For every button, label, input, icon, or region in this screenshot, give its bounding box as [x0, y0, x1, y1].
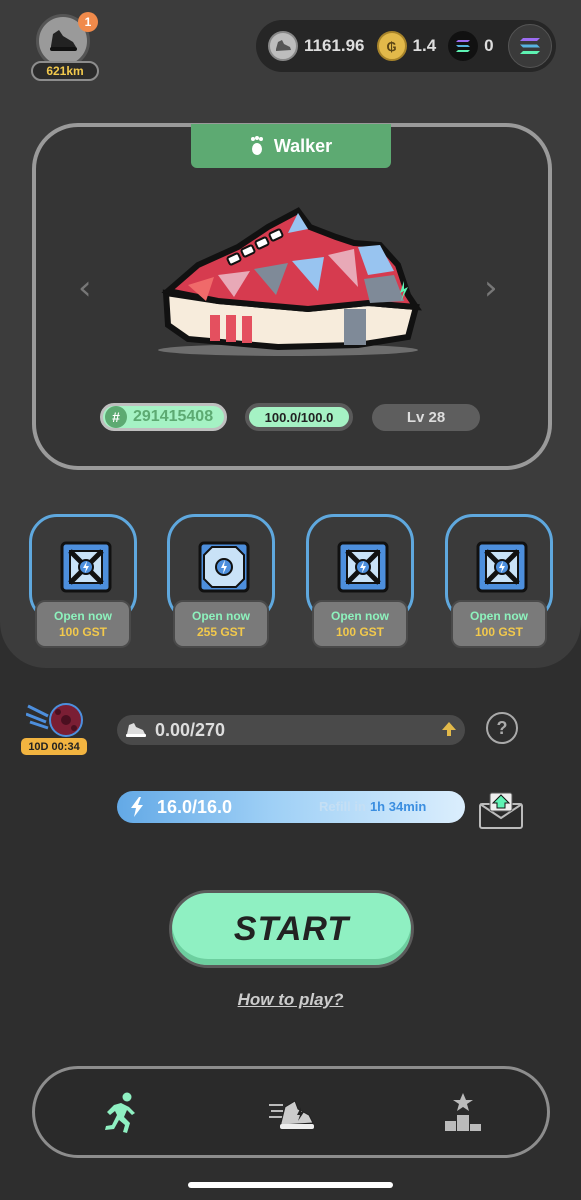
- sneaker-id: 291415408: [133, 408, 214, 425]
- achievement-timer: 10D 00:34: [21, 738, 87, 755]
- achievement-ball-icon[interactable]: [26, 700, 84, 740]
- mystery-box-icon: [60, 541, 112, 593]
- gst-coin-icon: ₲: [376, 31, 407, 61]
- notification-badge: 1: [78, 12, 98, 32]
- open-box-button-3[interactable]: Open now 100 GST: [312, 600, 408, 648]
- durability-pill: 100.0/100.0: [245, 403, 353, 431]
- refill-label: Refill in: [319, 799, 366, 814]
- wallet-button[interactable]: [508, 24, 552, 68]
- open-now-label: Open now: [470, 609, 528, 623]
- level-up-arrow-icon[interactable]: [441, 721, 457, 737]
- sneaker-id-pill[interactable]: # 291415408: [100, 403, 227, 431]
- energy-bar: 16.0/16.0 Refill in 1h 34min: [117, 791, 465, 823]
- level-pill[interactable]: Lv 28: [372, 404, 480, 431]
- bottom-nav: [32, 1066, 550, 1158]
- start-button[interactable]: START: [169, 890, 414, 968]
- next-sneaker-arrow[interactable]: ›: [484, 268, 498, 308]
- home-indicator: [188, 1182, 393, 1188]
- box-cost: 255 GST: [196, 625, 246, 639]
- distance-total: 621km: [31, 61, 99, 81]
- sneaker-type-tab: Walker: [191, 124, 391, 168]
- prev-sneaker-arrow[interactable]: ‹: [78, 268, 92, 308]
- refill-info: Refill in 1h 34min: [319, 799, 426, 814]
- sneaker-silhouette-icon: [50, 30, 77, 51]
- open-now-label: Open now: [331, 609, 389, 623]
- mail-reward-icon[interactable]: [477, 790, 525, 830]
- box-cost: 100 GST: [58, 625, 108, 639]
- open-box-button-2[interactable]: Open now 255 GST: [173, 600, 269, 648]
- sneaker-speed-icon[interactable]: [267, 1091, 317, 1135]
- open-box-button-1[interactable]: Open now 100 GST: [35, 600, 131, 648]
- gmt-balance: 1161.96: [304, 36, 365, 55]
- distance-progress: 0.00/270: [155, 719, 226, 740]
- gst-balance: 1.4: [412, 36, 437, 55]
- hash-icon: #: [105, 406, 127, 428]
- sneaker-run-icon: [126, 723, 146, 737]
- how-to-play-label: How to play?: [237, 990, 344, 1009]
- how-to-play-link[interactable]: How to play?: [0, 990, 581, 1010]
- open-box-button-4[interactable]: Open now 100 GST: [451, 600, 547, 648]
- mystery-box-icon: [337, 541, 389, 593]
- run-icon[interactable]: [99, 1091, 143, 1135]
- sol-coin-icon: [448, 31, 479, 61]
- mystery-box-icon: [476, 541, 528, 593]
- mystery-box-icon: [198, 541, 250, 593]
- footprint-icon: [250, 136, 263, 155]
- energy-value: 16.0/16.0: [157, 796, 233, 817]
- open-now-label: Open now: [54, 609, 112, 623]
- refill-time: 1h 34min: [369, 799, 427, 814]
- sneaker-type-label: Walker: [273, 135, 333, 156]
- sol-balance: 0: [484, 36, 494, 55]
- leaderboard-icon[interactable]: [441, 1091, 485, 1135]
- gmt-coin-icon: [268, 31, 298, 61]
- sneaker-image: [158, 207, 422, 356]
- balance-bar[interactable]: 1161.96 ₲ 1.4 0: [256, 20, 556, 72]
- energy-bolt-icon: [131, 797, 143, 817]
- distance-progress-bar: 0.00/270: [117, 715, 465, 745]
- box-cost: 100 GST: [474, 625, 524, 639]
- help-button[interactable]: ?: [486, 712, 518, 744]
- open-now-label: Open now: [192, 609, 250, 623]
- solana-icon: [520, 38, 540, 54]
- box-cost: 100 GST: [335, 625, 385, 639]
